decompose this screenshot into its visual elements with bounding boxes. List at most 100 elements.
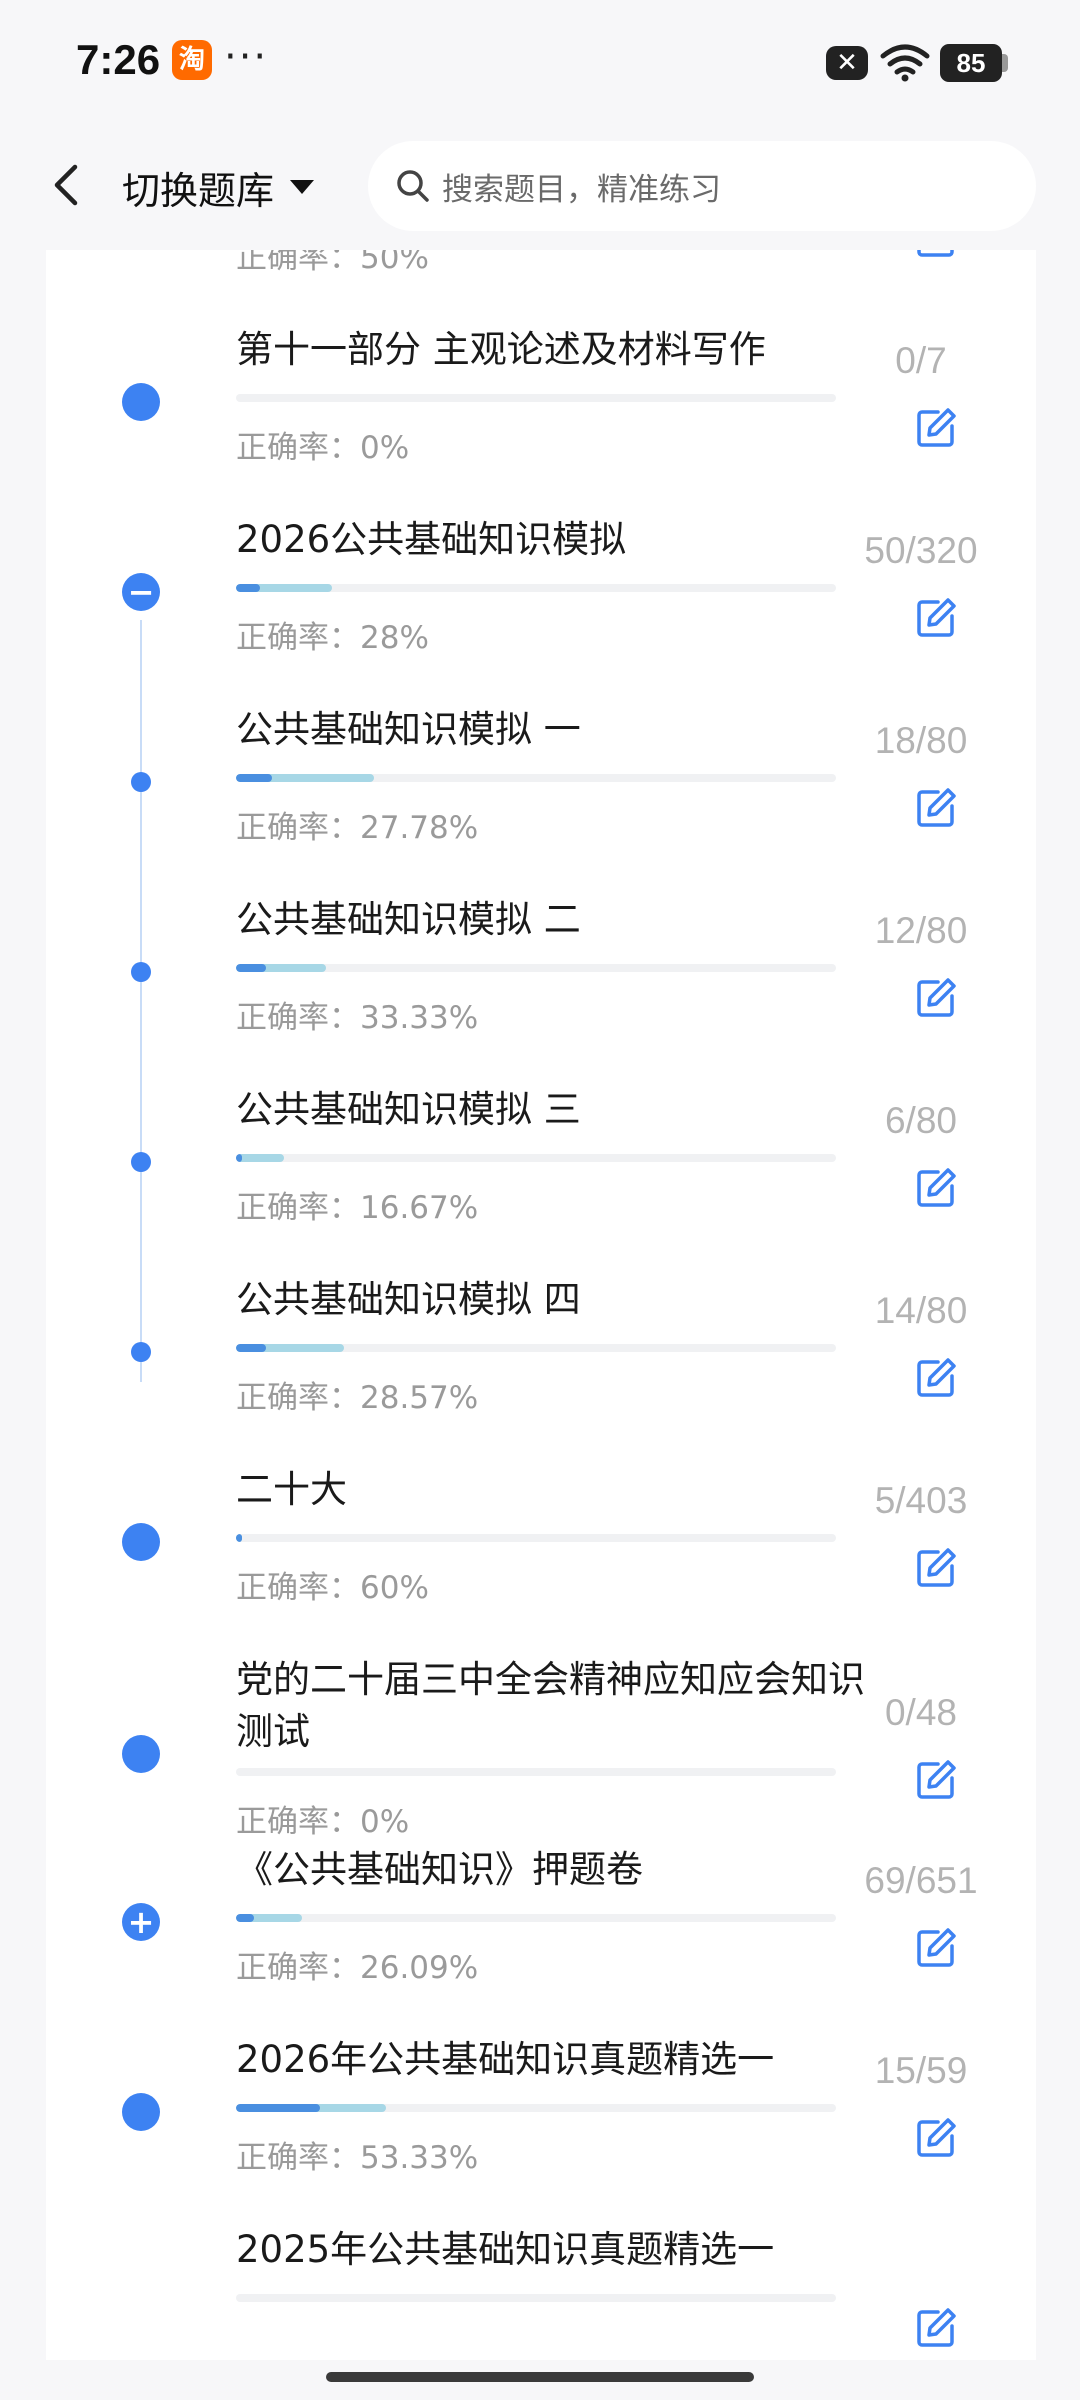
- edit-practice-icon[interactable]: [914, 1356, 958, 1400]
- search-input[interactable]: 搜索题目，精准练习: [368, 141, 1036, 231]
- back-button[interactable]: [36, 155, 96, 215]
- timeline-dot-small: [131, 962, 151, 982]
- item-title: 党的二十届三中全会精神应知应会知识测试: [236, 1658, 865, 1753]
- list-item[interactable]: 公共基础知识模拟 二 正确率：33.33% 12/80: [46, 886, 1036, 1076]
- edit-practice-icon[interactable]: [914, 406, 958, 450]
- progress-bar: [236, 584, 836, 592]
- status-bar: 7:26 淘 ··· ✕ 85: [0, 0, 1080, 125]
- timeline-dot-small: [131, 772, 151, 792]
- list-item[interactable]: − 2026公共基础知识模拟 正确率：28% 50/320: [46, 506, 1036, 696]
- chevron-left-icon: [54, 164, 78, 206]
- list-item[interactable]: 正确率：50%: [46, 250, 1036, 316]
- accuracy-text: 正确率：0%: [236, 1804, 410, 1840]
- progress-bar: [236, 774, 836, 782]
- wifi-icon: [880, 44, 930, 82]
- top-header: 切换题库 搜索题目，精准练习: [0, 125, 1080, 250]
- progress-count: 12/80: [874, 910, 968, 951]
- progress-bar: [236, 2294, 836, 2302]
- collapse-icon[interactable]: −: [122, 573, 160, 611]
- edit-practice-icon[interactable]: [914, 786, 958, 830]
- accuracy-text: 正确率：53.33%: [236, 2140, 479, 2176]
- progress-count: 15/59: [874, 2050, 968, 2091]
- home-indicator[interactable]: [326, 2372, 754, 2382]
- item-title: 2026公共基础知识模拟: [236, 518, 627, 561]
- timeline-dot: [122, 1523, 160, 1561]
- list-item[interactable]: 公共基础知识模拟 四 正确率：28.57% 14/80: [46, 1266, 1036, 1456]
- list-item[interactable]: 公共基础知识模拟 三 正确率：16.67% 6/80: [46, 1076, 1036, 1266]
- edit-practice-icon[interactable]: [914, 596, 958, 640]
- switch-bank-label: 切换题库: [122, 168, 275, 213]
- item-title: 二十大: [236, 1468, 347, 1511]
- timeline-dot-small: [131, 1152, 151, 1172]
- item-title: 公共基础知识模拟 二: [236, 898, 581, 941]
- progress-correct-fill: [236, 1344, 266, 1352]
- progress-fill: [236, 1154, 284, 1162]
- question-bank-list[interactable]: 正确率：50% 第十一部分 主观论述及材料写作 正确率：0% 0/7 − 2026公共基…: [46, 250, 1036, 2360]
- progress-count: 0/7: [895, 340, 947, 381]
- progress-count: 50/320: [864, 530, 978, 571]
- list-item[interactable]: + 《公共基础知识》押题卷 正确率：26.09% 69/651: [46, 1836, 1036, 2026]
- accuracy-text: 正确率：27.78%: [236, 810, 479, 846]
- item-title: 公共基础知识模拟 三: [236, 1088, 581, 1131]
- item-title: 2025年公共基础知识真题精选一: [236, 2228, 775, 2271]
- caret-down-icon: [290, 180, 315, 194]
- progress-correct-fill: [236, 1154, 242, 1162]
- timeline-dot: [122, 2093, 160, 2131]
- battery-tip: [1002, 54, 1008, 72]
- list-item[interactable]: 2025年公共基础知识真题精选一: [46, 2216, 1036, 2360]
- progress-bar: [236, 394, 836, 402]
- search-placeholder: 搜索题目，精准练习: [442, 171, 721, 208]
- list-item[interactable]: 公共基础知识模拟 一 正确率：27.78% 18/80: [46, 696, 1036, 886]
- progress-bar: [236, 1914, 836, 1922]
- progress-bar: [236, 1154, 836, 1162]
- progress-correct-fill: [236, 1914, 254, 1922]
- edit-practice-icon[interactable]: [914, 250, 958, 260]
- progress-bar: [236, 1768, 836, 1776]
- list-item[interactable]: 二十大 正确率：60% 5/403: [46, 1456, 1036, 1646]
- switch-bank-dropdown[interactable]: 切换题库: [122, 157, 315, 217]
- edit-practice-icon[interactable]: [914, 976, 958, 1020]
- item-title: 《公共基础知识》押题卷: [236, 1848, 643, 1891]
- accuracy-text: 正确率：28%: [236, 620, 429, 656]
- edit-practice-icon[interactable]: [914, 1166, 958, 1210]
- progress-correct-fill: [236, 2104, 320, 2112]
- edit-practice-icon[interactable]: [914, 1546, 958, 1590]
- progress-bar: [236, 1344, 836, 1352]
- progress-count: 6/80: [884, 1100, 957, 1141]
- edit-practice-icon[interactable]: [914, 2116, 958, 2160]
- accuracy-text: 正确率：33.33%: [236, 1000, 479, 1036]
- progress-bar: [236, 2104, 836, 2112]
- taobao-app-icon: 淘: [172, 40, 212, 80]
- accuracy-text: 正确率：60%: [236, 1570, 429, 1606]
- item-title: 公共基础知识模拟 四: [236, 1278, 581, 1321]
- accuracy-text: 正确率：16.67%: [236, 1190, 479, 1226]
- progress-bar: [236, 1534, 836, 1542]
- progress-bar: [236, 964, 836, 972]
- item-title: 公共基础知识模拟 一: [236, 708, 581, 751]
- more-notifications-icon: ···: [224, 34, 269, 80]
- accuracy-text: 正确率：50%: [236, 250, 429, 276]
- progress-count: 69/651: [864, 1860, 978, 1901]
- progress-correct-fill: [236, 774, 272, 782]
- progress-count: 5/403: [874, 1480, 968, 1521]
- timeline-dot: [122, 383, 160, 421]
- accuracy-text: 正确率：28.57%: [236, 1380, 479, 1416]
- accuracy-text: 正确率：26.09%: [236, 1950, 479, 1986]
- battery-indicator: 85: [940, 44, 1002, 82]
- expand-icon[interactable]: +: [122, 1903, 160, 1941]
- progress-correct-fill: [236, 584, 260, 592]
- no-sim-icon: ✕: [826, 46, 868, 80]
- status-time: 7:26: [76, 36, 161, 83]
- search-icon: [397, 170, 429, 202]
- edit-practice-icon[interactable]: [914, 2306, 958, 2350]
- progress-correct-fill: [236, 964, 266, 972]
- edit-practice-icon[interactable]: [914, 1926, 958, 1970]
- list-item[interactable]: 第十一部分 主观论述及材料写作 正确率：0% 0/7: [46, 316, 1036, 506]
- progress-count: 14/80: [874, 1290, 968, 1331]
- list-item[interactable]: 2026年公共基础知识真题精选一 正确率：53.33% 15/59: [46, 2026, 1036, 2216]
- list-item[interactable]: 党的二十届三中全会精神应知应会知识测试 正确率：0% 0/48: [46, 1646, 1036, 1840]
- progress-count: 18/80: [874, 720, 968, 761]
- item-title: 第十一部分 主观论述及材料写作: [236, 328, 766, 371]
- edit-practice-icon[interactable]: [914, 1758, 958, 1802]
- timeline-dot-small: [131, 1342, 151, 1362]
